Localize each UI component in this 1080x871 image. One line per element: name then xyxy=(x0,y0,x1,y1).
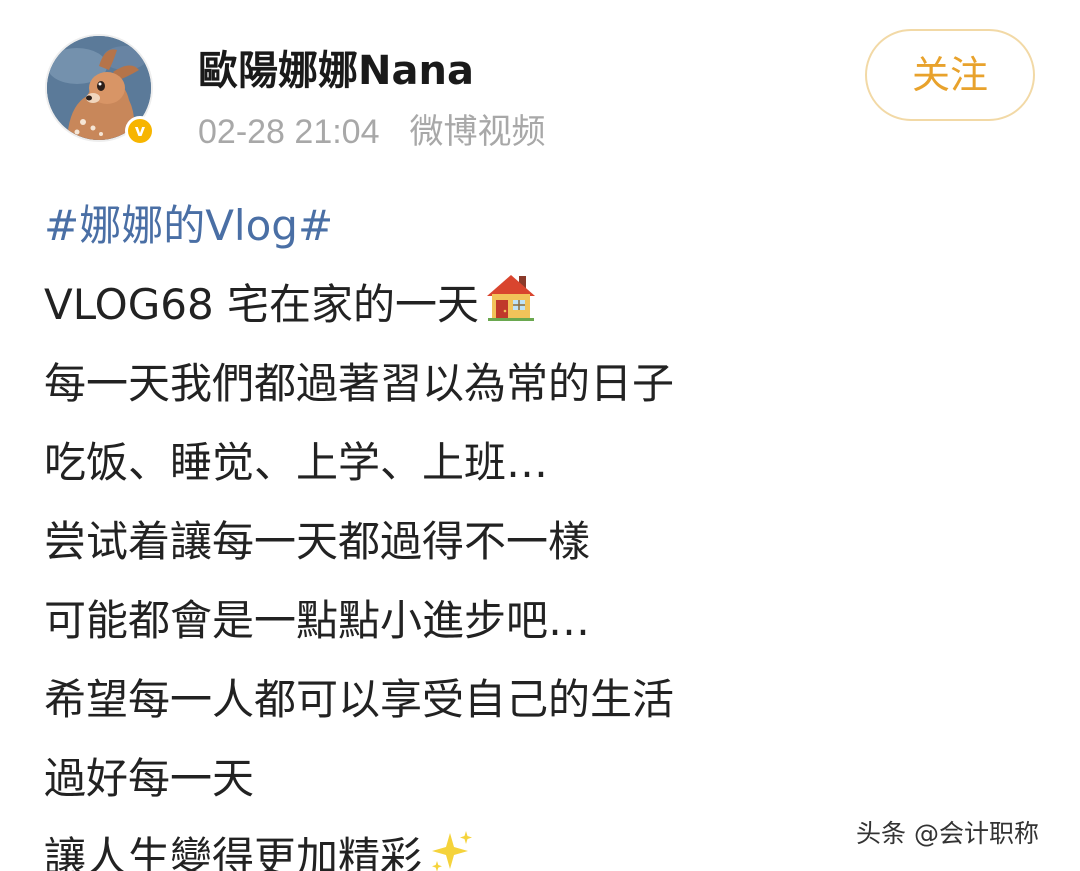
house-icon xyxy=(485,268,537,347)
post-line: VLOG68 宅在家的一天 xyxy=(44,265,1024,344)
verified-badge: v xyxy=(125,116,155,146)
post-line: 每一天我們都過著習以為常的日子 xyxy=(44,359,675,408)
post-line: 尝试着讓每一天都過得不一樣 xyxy=(44,517,591,566)
post-meta: 02-28 21:04 微博视频 xyxy=(198,104,546,153)
post-source[interactable]: 微博视频 xyxy=(410,113,546,151)
post-line: 吃饭、睡觉、上学、上班… xyxy=(44,438,549,487)
follow-button[interactable]: 关注 xyxy=(865,29,1035,121)
post-line: 希望每一人都可以享受自己的生活 xyxy=(44,675,675,724)
post-content: #娜娜的Vlog# VLOG68 宅在家的一天 每一天我們都過著習以為常的日子 … xyxy=(44,186,1024,871)
avatar-container[interactable]: v xyxy=(45,34,159,148)
username[interactable]: 歐陽娜娜Nana xyxy=(198,38,474,96)
weibo-post: v 歐陽娜娜Nana 02-28 21:04 微博视频 关注 #娜娜的Vlog# … xyxy=(0,0,1080,871)
post-line: 可能都會是一點點小進步吧… xyxy=(44,596,591,645)
sparkles-icon xyxy=(428,821,474,871)
timestamp: 02-28 21:04 xyxy=(198,113,380,151)
post-line-text: VLOG68 宅在家的一天 xyxy=(44,280,480,329)
post-line-text: 讓人生變得更加精彩 xyxy=(44,833,423,871)
post-line: 過好每一天 xyxy=(44,754,255,803)
hashtag-link[interactable]: #娜娜的Vlog# xyxy=(44,186,1024,265)
watermark: 头条 @会计职称 xyxy=(856,819,1039,848)
